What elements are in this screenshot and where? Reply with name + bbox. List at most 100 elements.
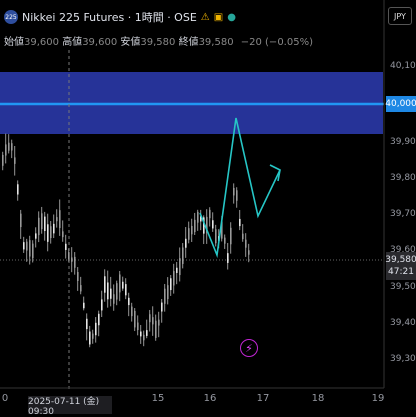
price-tick: 39,800 bbox=[390, 173, 416, 183]
candle-body bbox=[32, 243, 34, 259]
candle-body bbox=[155, 320, 157, 338]
time-tick: 0 bbox=[1, 393, 9, 404]
candle-body bbox=[29, 240, 31, 257]
candle-body bbox=[68, 252, 70, 260]
candle-body bbox=[62, 231, 64, 238]
candle-body bbox=[2, 154, 4, 166]
open-label: 始値 bbox=[4, 37, 24, 48]
candle-body bbox=[89, 331, 91, 345]
lock-icon[interactable]: ▣ bbox=[214, 12, 223, 23]
price-tick: 40,100 bbox=[390, 61, 416, 71]
candle-body bbox=[98, 313, 100, 326]
candle-body bbox=[176, 267, 178, 273]
candle-body bbox=[158, 319, 160, 326]
candle-body bbox=[170, 278, 172, 291]
candle-body bbox=[140, 331, 142, 337]
candle-body bbox=[104, 276, 106, 293]
crosshair-time-label: 2025-07-11 (金) 09:30 bbox=[28, 396, 112, 417]
candle-body bbox=[167, 285, 169, 300]
candle-body bbox=[56, 217, 58, 222]
candle-body bbox=[65, 243, 67, 250]
market-closed-icon[interactable]: ● bbox=[227, 12, 236, 23]
candle-body bbox=[197, 211, 199, 223]
close-label: 終値 bbox=[178, 37, 199, 48]
candle-body bbox=[227, 253, 229, 263]
candle-body bbox=[239, 218, 241, 227]
candle-body bbox=[110, 288, 112, 299]
time-tick: 15 bbox=[151, 393, 165, 404]
low-value: 39,580 bbox=[140, 37, 176, 48]
candle-body bbox=[209, 209, 211, 219]
time-tick: 18 bbox=[311, 393, 325, 404]
time-tick: 17 bbox=[256, 393, 270, 404]
candle-body bbox=[17, 184, 19, 195]
candle-body bbox=[71, 257, 73, 262]
candle-body bbox=[242, 233, 244, 240]
candles-layer bbox=[2, 133, 250, 348]
warning-icon[interactable]: ⚠ bbox=[201, 12, 210, 23]
candle-body bbox=[116, 283, 118, 300]
resistance-price-badge: 40,000 bbox=[385, 96, 416, 112]
candle-body bbox=[44, 216, 46, 231]
candle-body bbox=[86, 318, 88, 330]
price-tick: 39,700 bbox=[390, 209, 416, 219]
candle-body bbox=[161, 302, 163, 312]
candle-body bbox=[164, 288, 166, 304]
candle-body bbox=[245, 239, 247, 248]
bar-countdown: 47:21 bbox=[388, 267, 414, 277]
candle-body bbox=[80, 285, 82, 292]
last-price-badge: 39,580 47:21 bbox=[385, 252, 416, 280]
candle-body bbox=[107, 282, 109, 300]
candle-body bbox=[23, 242, 25, 250]
candle-body bbox=[230, 227, 232, 245]
candle-body bbox=[188, 228, 190, 240]
close-value: 39,580 bbox=[198, 37, 234, 48]
projection-path bbox=[199, 117, 281, 259]
candle-body bbox=[77, 272, 79, 281]
candle-body bbox=[92, 333, 94, 339]
candle-body bbox=[74, 256, 76, 268]
candle-body bbox=[8, 142, 10, 151]
last-price-value: 39,580 bbox=[385, 255, 416, 265]
candle-body bbox=[47, 224, 49, 242]
candle-body bbox=[35, 233, 37, 239]
candle-body bbox=[179, 258, 181, 276]
chart-header: 225 Nikkei 225 Futures · 1時間 · OSE ⚠ ▣ ● bbox=[4, 8, 236, 26]
candle-body bbox=[182, 247, 184, 264]
ohlc-legend: 始値39,600 高値39,600 安値39,580 終値39,580 −20 … bbox=[4, 33, 313, 48]
symbol-badge[interactable]: 225 bbox=[4, 10, 18, 24]
lightning-icon[interactable]: ⚡ bbox=[240, 339, 258, 357]
low-label: 安値 bbox=[120, 37, 141, 48]
candle-body bbox=[125, 284, 127, 296]
candle-body bbox=[20, 213, 22, 228]
candle-body bbox=[131, 306, 133, 317]
candle-body bbox=[143, 334, 145, 341]
candle-body bbox=[236, 190, 238, 201]
candle-body bbox=[137, 322, 139, 331]
candle-body bbox=[146, 330, 148, 336]
candle-body bbox=[59, 210, 61, 229]
candle-body bbox=[194, 219, 196, 233]
candle-body bbox=[134, 310, 136, 328]
candle-body bbox=[224, 237, 226, 244]
time-tick: 16 bbox=[203, 393, 217, 404]
time-tick: 19 bbox=[371, 393, 385, 404]
candle-body bbox=[14, 157, 16, 164]
candle-body bbox=[119, 274, 121, 293]
candle-body bbox=[173, 271, 175, 286]
candle-body bbox=[248, 250, 250, 255]
price-chart[interactable] bbox=[0, 0, 416, 416]
candle-body bbox=[38, 217, 40, 236]
high-value: 39,600 bbox=[82, 37, 118, 48]
price-tick: 39,300 bbox=[390, 354, 416, 364]
candle-body bbox=[11, 143, 13, 151]
candle-body bbox=[215, 229, 217, 244]
symbol-title[interactable]: Nikkei 225 Futures · 1時間 · OSE bbox=[22, 9, 197, 25]
candle-body bbox=[53, 223, 55, 234]
currency-button[interactable]: JPY bbox=[388, 7, 412, 25]
candle-body bbox=[185, 238, 187, 248]
candle-body bbox=[122, 281, 124, 289]
price-tick: 39,500 bbox=[390, 282, 416, 292]
candle-body bbox=[191, 225, 193, 235]
price-tick: 39,900 bbox=[390, 137, 416, 147]
